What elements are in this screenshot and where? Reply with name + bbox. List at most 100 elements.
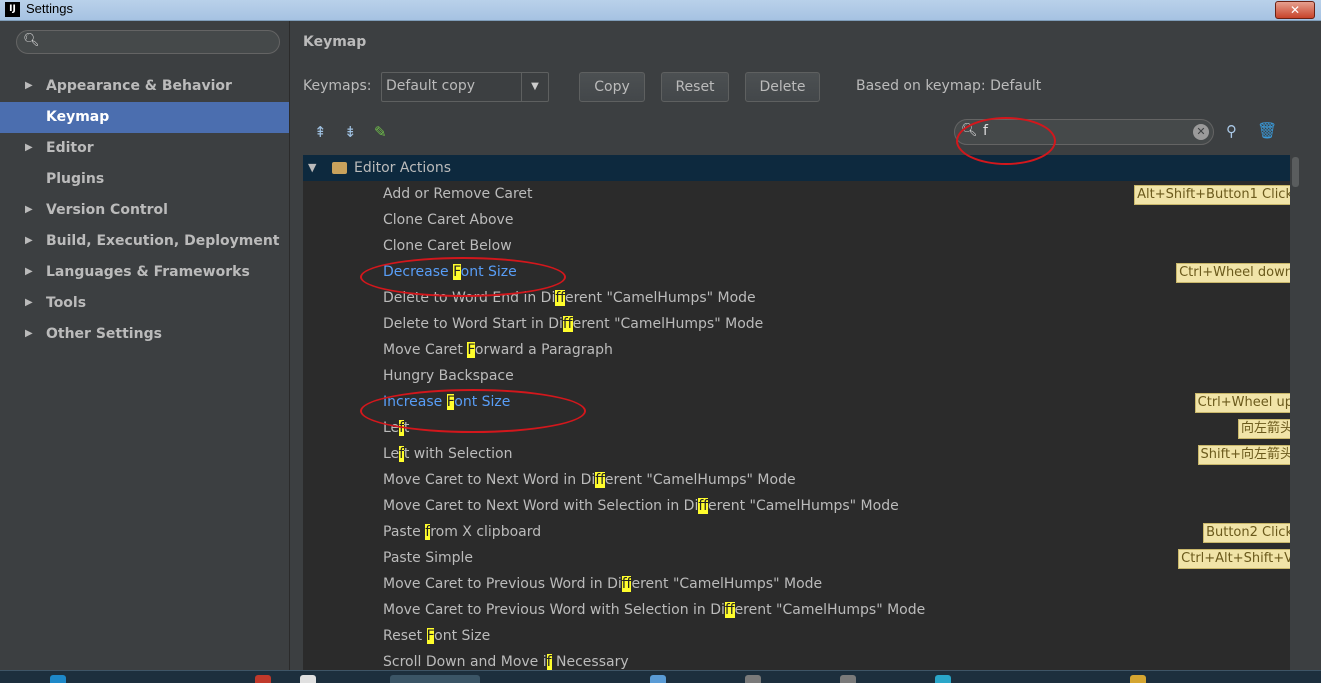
sidebar-item-keymap[interactable]: Keymap bbox=[0, 102, 289, 133]
action-row[interactable]: Delete to Word Start in Different "Camel… bbox=[303, 311, 1300, 337]
search-match-highlight: F bbox=[446, 394, 455, 410]
action-label: Left bbox=[383, 420, 410, 436]
action-label: Move Caret to Next Word in Different "Ca… bbox=[383, 472, 796, 488]
keymap-panel: Keymap Keymaps: Default copy ▼ Copy Rese… bbox=[290, 21, 1321, 670]
action-row[interactable]: Paste from X clipboard Button2 Click bbox=[303, 519, 1300, 545]
action-row[interactable]: Left with Selection Shift+向左箭头 bbox=[303, 441, 1300, 467]
action-row[interactable]: Clone Caret Below bbox=[303, 233, 1300, 259]
chevron-right-icon[interactable]: ▶ bbox=[25, 71, 33, 101]
chevron-right-icon[interactable]: ▶ bbox=[25, 226, 33, 256]
delete-button[interactable]: Delete bbox=[745, 72, 820, 102]
action-label: Left with Selection bbox=[383, 446, 513, 462]
sidebar-item-tools[interactable]: ▶ Tools bbox=[0, 288, 289, 319]
action-label: Move Caret to Next Word with Selection i… bbox=[383, 498, 899, 514]
sidebar-item-editor[interactable]: ▶ Editor bbox=[0, 133, 289, 164]
sidebar-item-label: Tools bbox=[46, 295, 87, 311]
keymap-select[interactable]: Default copy ▼ bbox=[381, 72, 549, 102]
settings-search-input[interactable]: 🔍︎ bbox=[16, 30, 280, 54]
action-row[interactable]: Move Caret to Previous Word in Different… bbox=[303, 571, 1300, 597]
action-row[interactable]: Clone Caret Above bbox=[303, 207, 1300, 233]
action-label: Delete to Word End in Different "CamelHu… bbox=[383, 290, 756, 306]
copy-button[interactable]: Copy bbox=[579, 72, 645, 102]
action-label: Hungry Backspace bbox=[383, 368, 514, 384]
action-row[interactable]: Scroll Down and Move if Necessary bbox=[303, 649, 1300, 670]
chevron-down-icon[interactable]: ▼ bbox=[521, 73, 548, 101]
action-row[interactable]: Paste Simple Ctrl+Alt+Shift+V bbox=[303, 545, 1300, 571]
action-row[interactable]: Move Caret to Next Word with Selection i… bbox=[303, 493, 1300, 519]
trash-icon[interactable]: 🗑︎ bbox=[1257, 121, 1277, 140]
action-label: Clone Caret Below bbox=[383, 238, 512, 254]
shortcut-badge: Button2 Click bbox=[1203, 523, 1296, 543]
sidebar-item-plugins[interactable]: Plugins bbox=[0, 164, 289, 195]
close-button[interactable]: ✕ bbox=[1275, 1, 1315, 19]
app-icon: IJ bbox=[5, 2, 20, 17]
shortcut-badge: Ctrl+Alt+Shift+V bbox=[1178, 549, 1296, 569]
expand-all-icon[interactable]: ⇞ bbox=[314, 123, 327, 141]
chevron-right-icon[interactable]: ▶ bbox=[25, 195, 33, 225]
tree-group-row[interactable]: ▼ Editor Actions bbox=[303, 155, 1300, 181]
tree-scrollbar[interactable] bbox=[1290, 155, 1301, 670]
action-label: Clone Caret Above bbox=[383, 212, 514, 228]
sidebar-item-other-settings[interactable]: ▶ Other Settings bbox=[0, 319, 289, 350]
title-bar: IJ Settings ✕ bbox=[0, 0, 1321, 21]
action-label: Increase Font Size bbox=[383, 394, 511, 410]
shortcut-badge: Shift+向左箭头 bbox=[1197, 445, 1296, 465]
action-row[interactable]: Add or Remove Caret Alt+Shift+Button1 Cli… bbox=[303, 181, 1300, 207]
folder-icon bbox=[332, 162, 347, 174]
chevron-right-icon[interactable]: ▶ bbox=[25, 288, 33, 318]
sidebar-item-label: Version Control bbox=[46, 202, 168, 218]
action-row[interactable]: Move Caret to Next Word in Different "Ca… bbox=[303, 467, 1300, 493]
chevron-right-icon[interactable]: ▶ bbox=[25, 319, 33, 349]
action-label: Move Caret to Previous Word with Selecti… bbox=[383, 602, 926, 618]
search-icon: 🔍︎ bbox=[23, 33, 40, 48]
sidebar-item-languages-frameworks[interactable]: ▶ Languages & Frameworks bbox=[0, 257, 289, 288]
search-match-highlight: f bbox=[595, 472, 605, 488]
search-match-highlight: f bbox=[555, 290, 565, 306]
sidebar-item-label: Build, Execution, Deployment bbox=[46, 233, 280, 249]
collapse-all-icon[interactable]: ⇟ bbox=[344, 123, 357, 141]
sidebar-item-label: Editor bbox=[46, 140, 94, 156]
action-row[interactable]: Left 向左箭头 bbox=[303, 415, 1300, 441]
search-match-highlight: f bbox=[621, 576, 632, 592]
page-title: Keymap bbox=[303, 34, 367, 50]
taskbar bbox=[0, 670, 1321, 683]
action-row[interactable]: Hungry Backspace bbox=[303, 363, 1300, 389]
sidebar-item-label: Appearance & Behavior bbox=[46, 78, 232, 94]
chevron-right-icon[interactable]: ▶ bbox=[25, 257, 33, 287]
action-row[interactable]: Increase Font Size Ctrl+Wheel up bbox=[303, 389, 1300, 415]
action-label: Move Caret Forward a Paragraph bbox=[383, 342, 613, 358]
action-row[interactable]: Move Caret to Previous Word with Selecti… bbox=[303, 597, 1300, 623]
sidebar-item-appearance-behavior[interactable]: ▶ Appearance & Behavior bbox=[0, 71, 289, 102]
search-match-highlight: f bbox=[546, 654, 552, 670]
search-match-highlight: f bbox=[399, 420, 404, 436]
action-row[interactable]: Reset Font Size bbox=[303, 623, 1300, 649]
action-search-input[interactable]: 🔍︎ f ✕ bbox=[954, 119, 1214, 145]
expand-toggle-icon[interactable]: ▼ bbox=[308, 155, 316, 181]
action-row[interactable]: Decrease Font Size Ctrl+Wheel down bbox=[303, 259, 1300, 285]
action-label: Add or Remove Caret bbox=[383, 186, 533, 202]
sidebar-item-version-control[interactable]: ▶ Version Control bbox=[0, 195, 289, 226]
action-label: Move Caret to Previous Word in Different… bbox=[383, 576, 823, 592]
sidebar-item-build-execution-deployment[interactable]: ▶ Build, Execution, Deployment bbox=[0, 226, 289, 257]
shortcut-badge: Ctrl+Wheel down bbox=[1176, 263, 1296, 283]
action-row[interactable]: Move Caret Forward a Paragraph bbox=[303, 337, 1300, 363]
action-tree[interactable]: ▼ Editor Actions Add or Remove Caret Alt+… bbox=[303, 155, 1300, 670]
window-title: Settings bbox=[26, 1, 73, 16]
search-match-highlight: f bbox=[698, 498, 709, 514]
keymaps-label: Keymaps: bbox=[303, 78, 372, 94]
find-by-shortcut-icon[interactable]: ⚲ bbox=[1226, 122, 1237, 140]
shortcut-badge: 向左箭头 bbox=[1237, 419, 1296, 439]
search-match-highlight: f bbox=[399, 446, 404, 462]
reset-button[interactable]: Reset bbox=[661, 72, 729, 102]
action-search-value: f bbox=[983, 123, 988, 139]
search-match-highlight: F bbox=[426, 628, 435, 644]
clear-search-icon[interactable]: ✕ bbox=[1193, 124, 1209, 140]
action-row[interactable]: Delete to Word End in Different "CamelHu… bbox=[303, 285, 1300, 311]
based-on-label: Based on keymap: Default bbox=[856, 78, 1042, 94]
edit-pencil-icon[interactable]: ✎ bbox=[374, 123, 387, 141]
action-label: Scroll Down and Move if Necessary bbox=[383, 654, 629, 670]
shortcut-badge: Alt+Shift+Button1 Click bbox=[1134, 185, 1296, 205]
chevron-right-icon[interactable]: ▶ bbox=[25, 133, 33, 163]
search-match-highlight: f bbox=[425, 524, 431, 540]
scrollbar-thumb[interactable] bbox=[1292, 157, 1299, 187]
